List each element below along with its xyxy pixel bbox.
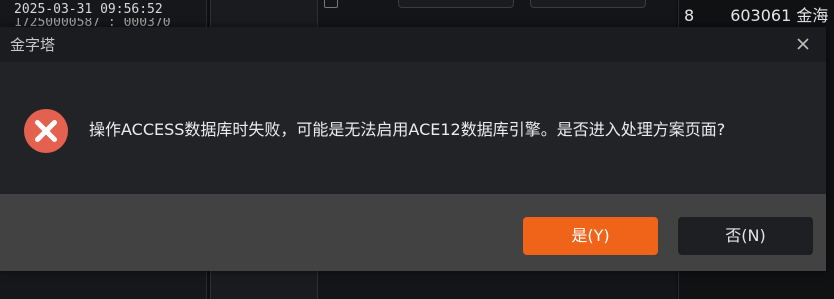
close-button[interactable] bbox=[794, 35, 812, 53]
row-code: 603061 金海 bbox=[730, 6, 829, 25]
no-button[interactable]: 否(N) bbox=[678, 217, 813, 255]
background-field-1[interactable] bbox=[398, 0, 514, 8]
close-icon bbox=[797, 38, 809, 50]
dialog-footer: 是(Y) 否(N) bbox=[0, 194, 826, 271]
background-field-2[interactable] bbox=[530, 0, 646, 8]
timestamp-detail: 17250000587 : 000370 bbox=[14, 18, 171, 26]
background-checkbox[interactable] bbox=[324, 0, 338, 8]
error-icon bbox=[24, 109, 68, 153]
yes-button[interactable]: 是(Y) bbox=[523, 217, 658, 255]
stock-list-row[interactable]: 8 603061 金海 bbox=[684, 2, 828, 26]
timestamp-label: 2025-03-31 09:56:52 bbox=[14, 2, 163, 17]
dialog-titlebar[interactable]: 金字塔 bbox=[0, 27, 826, 62]
error-dialog: 金字塔 操作ACCESS数据库时失败，可能是无法启用ACE12数据库引擎。是否进… bbox=[0, 27, 826, 271]
dialog-message: 操作ACCESS数据库时失败，可能是无法启用ACE12数据库引擎。是否进入处理方… bbox=[89, 120, 726, 139]
dialog-title: 金字塔 bbox=[10, 36, 56, 54]
dialog-body: 操作ACCESS数据库时失败，可能是无法启用ACE12数据库引擎。是否进入处理方… bbox=[0, 62, 826, 194]
row-index: 8 bbox=[684, 6, 695, 25]
